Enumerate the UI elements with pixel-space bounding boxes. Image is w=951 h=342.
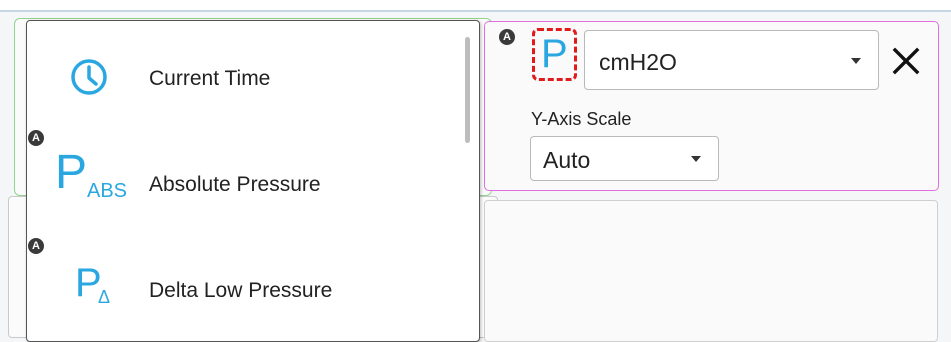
pressure-icon: P	[541, 32, 568, 76]
y-axis-scale-label: Y-Axis Scale	[531, 109, 632, 129]
window-top-border	[0, 0, 951, 12]
auto-badge-icon: A	[28, 238, 44, 254]
y-axis-scale-value: Auto	[543, 147, 591, 173]
unit-select-value: cmH2O	[599, 49, 677, 75]
channel-icon-button[interactable]: P	[532, 28, 577, 81]
chevron-down-icon	[691, 156, 701, 162]
list-item-current-time[interactable]: Current Time	[27, 47, 457, 117]
close-button[interactable]	[886, 44, 926, 84]
clock-icon	[71, 59, 107, 95]
list-item-absolute-pressure[interactable]: A P ABS Absolute Pressure	[27, 125, 457, 201]
list-item-label: Absolute Pressure	[149, 173, 321, 196]
pressure-subscript: Δ	[98, 287, 111, 307]
close-icon	[892, 47, 920, 75]
auto-badge-icon: A	[28, 130, 44, 146]
pressure-subscript: ABS	[87, 180, 128, 202]
list-item-label: Current Time	[149, 67, 271, 90]
pressure-symbol: P	[55, 146, 88, 199]
list-item-delta-low-pressure[interactable]: A P Δ Delta Low Pressure	[27, 233, 457, 307]
y-axis-scale-select[interactable]: Auto	[530, 136, 719, 181]
graph-area-panel	[484, 200, 938, 342]
chevron-down-icon	[851, 58, 861, 64]
auto-badge-icon: A	[499, 29, 515, 45]
dropdown-scrollbar[interactable]	[465, 37, 470, 143]
unit-select[interactable]: cmH2O	[584, 30, 879, 90]
channel-type-dropdown-list[interactable]: Current Time A P ABS Absolute Pressure A…	[26, 20, 480, 342]
list-item-label: Delta Low Pressure	[149, 279, 333, 302]
